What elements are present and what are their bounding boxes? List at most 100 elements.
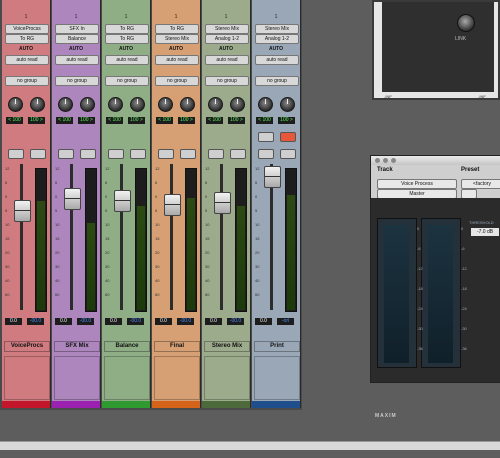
automation-mode-selector[interactable]: auto read bbox=[105, 55, 149, 65]
input-selector[interactable]: Stereo Mix bbox=[205, 24, 249, 34]
pan-right-knob-icon[interactable] bbox=[180, 97, 195, 112]
zoom-icon[interactable] bbox=[391, 158, 396, 163]
automation-mode-selector[interactable]: auto read bbox=[55, 55, 99, 65]
output-selector[interactable]: To RG bbox=[5, 34, 49, 44]
peak-value[interactable]: -00.0 bbox=[227, 318, 244, 325]
output-selector[interactable]: Stereo Mix bbox=[155, 34, 199, 44]
mute-button[interactable] bbox=[180, 149, 196, 159]
volume-value[interactable]: 0.0 bbox=[255, 318, 272, 325]
volume-fader[interactable] bbox=[214, 192, 231, 214]
solo-button[interactable] bbox=[108, 149, 124, 159]
group-selector[interactable]: no group bbox=[205, 76, 249, 86]
solo-button[interactable] bbox=[158, 149, 174, 159]
pan-right-knob-icon[interactable] bbox=[130, 97, 145, 112]
pan-right-knob-icon[interactable] bbox=[230, 97, 245, 112]
comments-area[interactable] bbox=[204, 356, 250, 400]
pan-left-value: < 100 bbox=[206, 117, 223, 124]
automation-mode-selector[interactable]: auto read bbox=[155, 55, 199, 65]
plugin-titlebar[interactable] bbox=[371, 156, 500, 165]
solo-button[interactable] bbox=[258, 149, 274, 159]
pan-right-knob-icon[interactable] bbox=[80, 97, 95, 112]
output-selector[interactable]: Analog 1-2 bbox=[255, 34, 299, 44]
peak-value[interactable]: -00.0 bbox=[77, 318, 94, 325]
mute-button[interactable] bbox=[230, 149, 246, 159]
output-selector[interactable]: Analog 1-2 bbox=[205, 34, 249, 44]
track-color-bar[interactable] bbox=[2, 401, 50, 408]
track-name[interactable]: Print bbox=[254, 341, 300, 352]
mute-button[interactable] bbox=[130, 149, 146, 159]
peak-value[interactable]: -00.0 bbox=[127, 318, 144, 325]
track-color-bar[interactable] bbox=[52, 401, 100, 408]
volume-value[interactable]: 0.0 bbox=[155, 318, 172, 325]
mute-button[interactable] bbox=[80, 149, 96, 159]
solo-button[interactable] bbox=[208, 149, 224, 159]
output-selector[interactable]: Balance bbox=[55, 34, 99, 44]
volume-fader[interactable] bbox=[64, 188, 81, 210]
meter-scale-tick: -6 bbox=[417, 246, 421, 251]
mute-button[interactable] bbox=[280, 149, 296, 159]
pan-left-knob-icon[interactable] bbox=[258, 97, 273, 112]
pan-left-knob-icon[interactable] bbox=[208, 97, 223, 112]
group-selector[interactable]: no group bbox=[155, 76, 199, 86]
group-selector[interactable]: no group bbox=[55, 76, 99, 86]
pan-right-knob-icon[interactable] bbox=[280, 97, 295, 112]
group-selector[interactable]: no group bbox=[255, 76, 299, 86]
comments-area[interactable] bbox=[54, 356, 100, 400]
volume-fader[interactable] bbox=[14, 200, 31, 222]
peak-value[interactable]: -00.0 bbox=[177, 318, 194, 325]
comments-area[interactable] bbox=[154, 356, 200, 400]
minimize-icon[interactable] bbox=[383, 158, 388, 163]
solo-button[interactable] bbox=[58, 149, 74, 159]
volume-value[interactable]: 0.0 bbox=[205, 318, 222, 325]
track-color-bar[interactable] bbox=[202, 401, 250, 408]
automation-label: AUTO bbox=[168, 46, 184, 52]
peak-value[interactable]: -ori bbox=[277, 318, 294, 325]
track-color-bar[interactable] bbox=[102, 401, 150, 408]
input-selector[interactable]: To RG bbox=[155, 24, 199, 34]
input-selector[interactable]: To RG bbox=[105, 24, 149, 34]
group-selector[interactable]: no group bbox=[5, 76, 49, 86]
record-button[interactable] bbox=[258, 132, 274, 142]
track-name[interactable]: Final bbox=[154, 341, 200, 352]
track-name[interactable]: VoiceProcs bbox=[4, 341, 50, 352]
fader-scale-tick: 5 bbox=[5, 208, 8, 213]
pan-left-knob-icon[interactable] bbox=[158, 97, 173, 112]
input-selector[interactable]: SFX In bbox=[55, 24, 99, 34]
output-selector[interactable]: To RG bbox=[105, 34, 149, 44]
pan-right-knob-icon[interactable] bbox=[30, 97, 45, 112]
comments-area[interactable] bbox=[4, 356, 50, 400]
input-monitor-button[interactable] bbox=[280, 132, 296, 142]
link-knob-icon[interactable] bbox=[457, 14, 475, 32]
automation-mode-selector[interactable]: auto read bbox=[255, 55, 299, 65]
track-color-bar[interactable] bbox=[252, 401, 300, 408]
group-selector[interactable]: no group bbox=[105, 76, 149, 86]
track-name[interactable]: Balance bbox=[104, 341, 150, 352]
automation-mode-selector[interactable]: auto read bbox=[5, 55, 49, 65]
mute-button[interactable] bbox=[30, 149, 46, 159]
track-name[interactable]: Stereo Mix bbox=[204, 341, 250, 352]
volume-value[interactable]: 0.0 bbox=[55, 318, 72, 325]
input-selector[interactable]: Stereo Mix bbox=[255, 24, 299, 34]
input-selector[interactable]: VoiceProcss bbox=[5, 24, 49, 34]
preset-selector[interactable]: <factory bbox=[461, 179, 500, 189]
track-selector[interactable]: Voice Process bbox=[377, 179, 457, 189]
pan-left-knob-icon[interactable] bbox=[58, 97, 73, 112]
threshold-value[interactable]: -7.0 dB bbox=[471, 228, 499, 236]
close-icon[interactable] bbox=[375, 158, 380, 163]
meter-scale-tick: -18 bbox=[461, 286, 467, 291]
pan-left-knob-icon[interactable] bbox=[108, 97, 123, 112]
solo-button[interactable] bbox=[8, 149, 24, 159]
track-color-bar[interactable] bbox=[152, 401, 200, 408]
comments-area[interactable] bbox=[254, 356, 300, 400]
volume-value[interactable]: 0.0 bbox=[105, 318, 122, 325]
pan-left-knob-icon[interactable] bbox=[8, 97, 23, 112]
peak-value[interactable]: -00.0 bbox=[27, 318, 44, 325]
volume-value[interactable]: 0.0 bbox=[5, 318, 22, 325]
automation-mode-selector[interactable]: auto read bbox=[205, 55, 249, 65]
track-name[interactable]: SFX Mix bbox=[54, 341, 100, 352]
volume-fader[interactable] bbox=[164, 194, 181, 216]
comments-area[interactable] bbox=[104, 356, 150, 400]
level-meter bbox=[35, 168, 47, 312]
volume-fader[interactable] bbox=[114, 190, 131, 212]
volume-fader[interactable] bbox=[264, 166, 281, 188]
